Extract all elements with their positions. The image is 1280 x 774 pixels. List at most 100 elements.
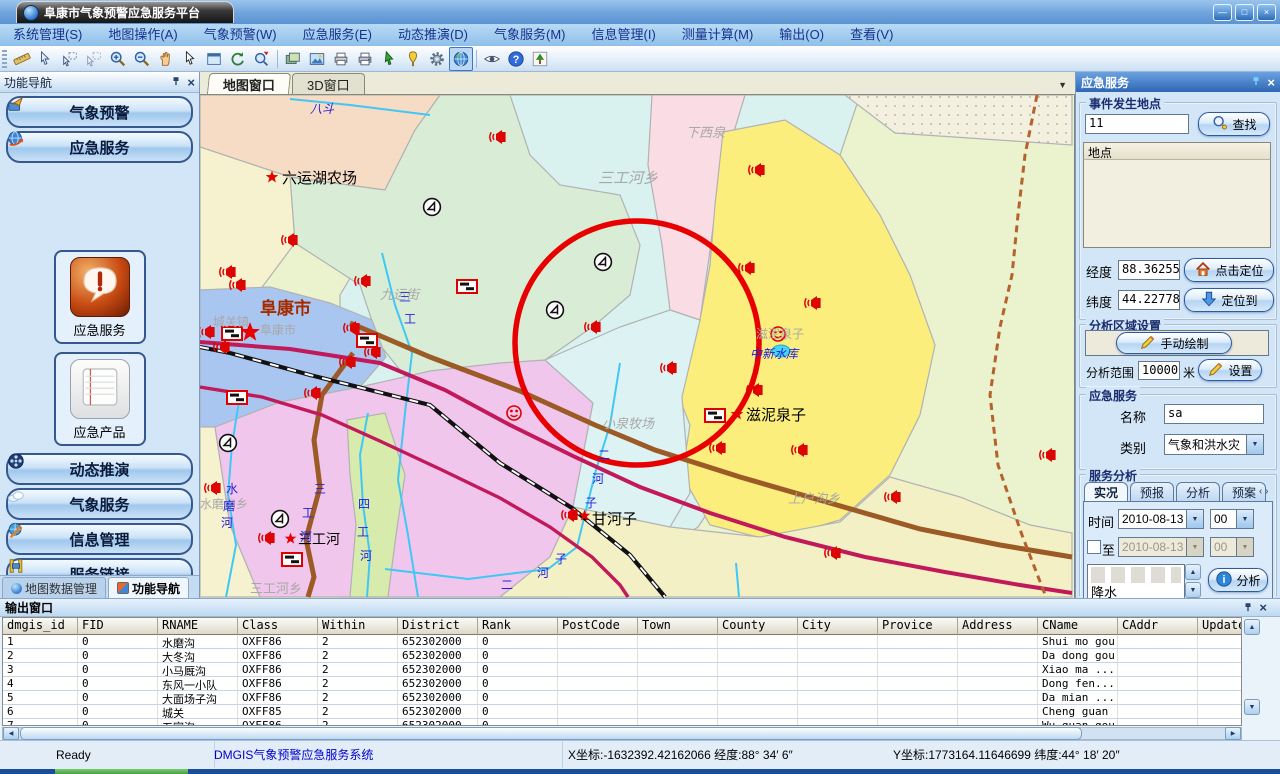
menu-weather-service[interactable]: 气象服务(M): [481, 24, 579, 46]
scroll-up-icon[interactable]: ▲: [1185, 564, 1201, 580]
table-row[interactable]: 30小马厩沟OXFF8626523020000Xiao ma ...: [3, 663, 1241, 677]
column-header-Class[interactable]: Class: [238, 618, 318, 635]
pin-icon[interactable]: [1243, 601, 1253, 615]
pointer-icon[interactable]: [178, 47, 202, 71]
table-row[interactable]: 60城关OXFF8526523020000Cheng guan: [3, 705, 1241, 719]
settings-gear-icon[interactable]: [425, 47, 449, 71]
scroll-right-icon[interactable]: ▶: [1225, 727, 1241, 740]
export-image-icon[interactable]: [305, 47, 329, 71]
output-vscrollbar[interactable]: ▲ ▼: [1244, 619, 1258, 715]
element-listbox[interactable]: 降水 空气温度: [1087, 564, 1185, 600]
menu-view[interactable]: 查看(V): [837, 24, 906, 46]
zoom-out-icon[interactable]: [130, 47, 154, 71]
tab-analysis[interactable]: 分析: [1176, 482, 1220, 502]
tab-map-data-management[interactable]: 地图数据管理: [2, 577, 106, 598]
toolbar-grip[interactable]: [2, 50, 7, 68]
tab-map-window[interactable]: 地图窗口: [207, 73, 291, 94]
column-header-PostCode[interactable]: PostCode: [558, 618, 638, 635]
output-hscrollbar[interactable]: ◀ ▶: [2, 727, 1242, 740]
help-icon[interactable]: ?: [504, 47, 528, 71]
column-header-Town[interactable]: Town: [638, 618, 718, 635]
search-button[interactable]: 查找: [1198, 112, 1270, 136]
menu-system[interactable]: 系统管理(S): [0, 24, 95, 46]
map-canvas[interactable]: 八斗 六运湖农场 三工河乡 下西泉 九运街 阜康市 城关镇 阜康市 水磨沟乡 三…: [200, 95, 1075, 598]
set-range-button[interactable]: 设置: [1198, 359, 1262, 381]
globe-service-icon[interactable]: [449, 47, 473, 71]
tab-scroll-left-icon[interactable]: ‹ ›: [1259, 486, 1268, 497]
table-row[interactable]: 50大面场子沟OXFF8626523020000Da mian ...: [3, 691, 1241, 705]
location-list[interactable]: [1083, 160, 1271, 248]
location-list-header[interactable]: 地点: [1083, 142, 1271, 160]
service-name-input[interactable]: sa: [1164, 404, 1264, 424]
map-tab-dropdown-icon[interactable]: ▼: [1058, 80, 1067, 90]
close-button[interactable]: ×: [1257, 4, 1276, 21]
range-input[interactable]: 10000: [1138, 361, 1180, 380]
column-header-Rank[interactable]: Rank: [478, 618, 558, 635]
column-header-Update[interactable]: Update: [1198, 618, 1242, 635]
menu-measure-calc[interactable]: 测量计算(M): [669, 24, 767, 46]
map-layers-icon[interactable]: [281, 47, 305, 71]
select-box-icon[interactable]: [58, 47, 82, 71]
locate-pin-icon[interactable]: [401, 47, 425, 71]
minimize-button[interactable]: —: [1213, 4, 1232, 21]
refresh-icon[interactable]: [226, 47, 250, 71]
service-type-select[interactable]: 气象和洪水灾▼: [1164, 434, 1264, 455]
column-header-CName[interactable]: CName: [1038, 618, 1118, 635]
emergency-product-button[interactable]: 应急产品: [54, 352, 146, 446]
column-header-City[interactable]: City: [798, 618, 878, 635]
listbox-scrollbar[interactable]: ▲ ▼: [1185, 564, 1199, 598]
menu-map-operation[interactable]: 地图操作(A): [95, 24, 190, 46]
emergency-service-button[interactable]: 应急服务: [54, 250, 146, 344]
hscroll-thumb[interactable]: [20, 727, 1082, 740]
pin-icon[interactable]: [171, 75, 181, 89]
longitude-input[interactable]: 88.3625506: [1118, 260, 1180, 280]
column-header-Provice[interactable]: Provice: [878, 618, 958, 635]
manual-draw-button[interactable]: 手动绘制: [1116, 332, 1232, 354]
close-icon[interactable]: ×: [1259, 601, 1267, 614]
print-color-icon[interactable]: [353, 47, 377, 71]
to-checkbox[interactable]: [1087, 540, 1101, 554]
close-icon[interactable]: ×: [187, 76, 195, 89]
deselect-icon[interactable]: [82, 47, 106, 71]
table-row[interactable]: 40东风一小队OXFF8626523020000Dong fen...: [3, 677, 1241, 691]
location-keyword-input[interactable]: 11: [1085, 114, 1189, 134]
menu-emergency-service[interactable]: 应急服务(E): [290, 24, 385, 46]
green-pointer-icon[interactable]: [377, 47, 401, 71]
scroll-down-icon[interactable]: ▼: [1185, 582, 1201, 598]
legend-tree-icon[interactable]: [528, 47, 552, 71]
locate-to-button[interactable]: 定位到: [1184, 288, 1274, 312]
column-header-Within[interactable]: Within: [318, 618, 398, 635]
eye-view-icon[interactable]: [480, 47, 504, 71]
analyze-button[interactable]: i 分析: [1208, 568, 1268, 592]
column-header-County[interactable]: County: [718, 618, 798, 635]
column-header-dmgis_id[interactable]: dmgis_id: [3, 618, 78, 635]
column-header-Address[interactable]: Address: [958, 618, 1038, 635]
close-icon[interactable]: ×: [1267, 76, 1275, 89]
sidebar-item-emergency-service[interactable]: 应急服务: [6, 131, 193, 163]
measure-ruler-icon[interactable]: [10, 47, 34, 71]
tab-3d-window[interactable]: 3D窗口: [292, 73, 365, 94]
column-header-CAddr[interactable]: CAddr: [1118, 618, 1198, 635]
sidebar-item-info-management[interactable]: 信息管理: [6, 523, 193, 555]
maximize-button[interactable]: □: [1235, 4, 1254, 21]
tab-function-navigation[interactable]: 功能导航: [108, 577, 189, 598]
scroll-down-icon[interactable]: ▼: [1244, 699, 1260, 715]
select-arrow-icon[interactable]: [34, 47, 58, 71]
column-header-FID[interactable]: FID: [78, 618, 158, 635]
chevron-down-icon[interactable]: ▼: [1246, 435, 1263, 454]
scroll-left-icon[interactable]: ◀: [3, 727, 19, 740]
scroll-up-icon[interactable]: ▲: [1244, 619, 1260, 635]
column-header-RNAME[interactable]: RNAME: [158, 618, 238, 635]
print-icon[interactable]: [329, 47, 353, 71]
tab-live[interactable]: 实况: [1084, 482, 1128, 502]
table-row[interactable]: 10水磨沟OXFF8626523020000Shui mo gou: [3, 635, 1241, 649]
sidebar-item-dynamic-deduction[interactable]: 动态推演: [6, 453, 193, 485]
zoom-in-icon[interactable]: [106, 47, 130, 71]
table-row[interactable]: 20大冬沟OXFF8626523020000Da dong gou: [3, 649, 1241, 663]
hour-select[interactable]: 00▼: [1210, 509, 1254, 529]
full-extent-icon[interactable]: [202, 47, 226, 71]
tab-forecast[interactable]: 预报: [1130, 482, 1174, 502]
menu-output[interactable]: 输出(O): [766, 24, 837, 46]
click-locate-button[interactable]: 点击定位: [1184, 258, 1274, 282]
column-header-District[interactable]: District: [398, 618, 478, 635]
